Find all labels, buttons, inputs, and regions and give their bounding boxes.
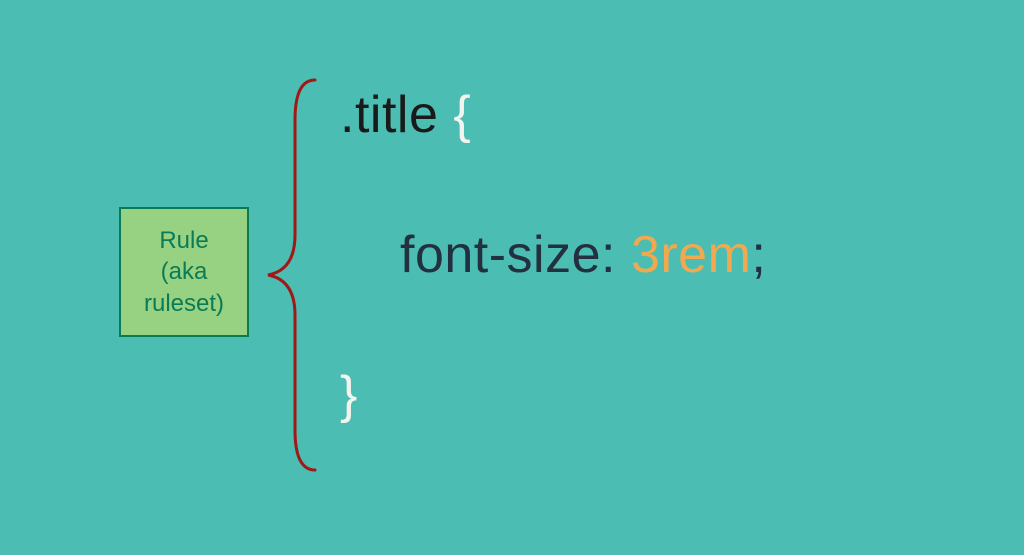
property-text: font-size — [400, 226, 601, 284]
rule-label-line2: (aka — [144, 256, 224, 287]
css-code-block: .title { font-size: 3rem; } — [340, 85, 766, 425]
code-line-selector: .title { — [340, 85, 766, 145]
code-line-declaration: font-size: 3rem; — [400, 225, 766, 285]
rule-label-line3: ruleset) — [144, 288, 224, 319]
colon: : — [601, 226, 616, 284]
curly-bracket-icon — [260, 75, 320, 475]
rule-label-box: Rule (aka ruleset) — [119, 207, 249, 337]
rule-label-line1: Rule — [144, 225, 224, 256]
code-line-close: } — [340, 365, 766, 425]
semicolon: ; — [751, 226, 766, 284]
brace-close: } — [340, 366, 358, 424]
brace-open: { — [453, 86, 471, 144]
value-text: 3rem — [631, 226, 751, 284]
selector-text: .title — [340, 86, 438, 144]
